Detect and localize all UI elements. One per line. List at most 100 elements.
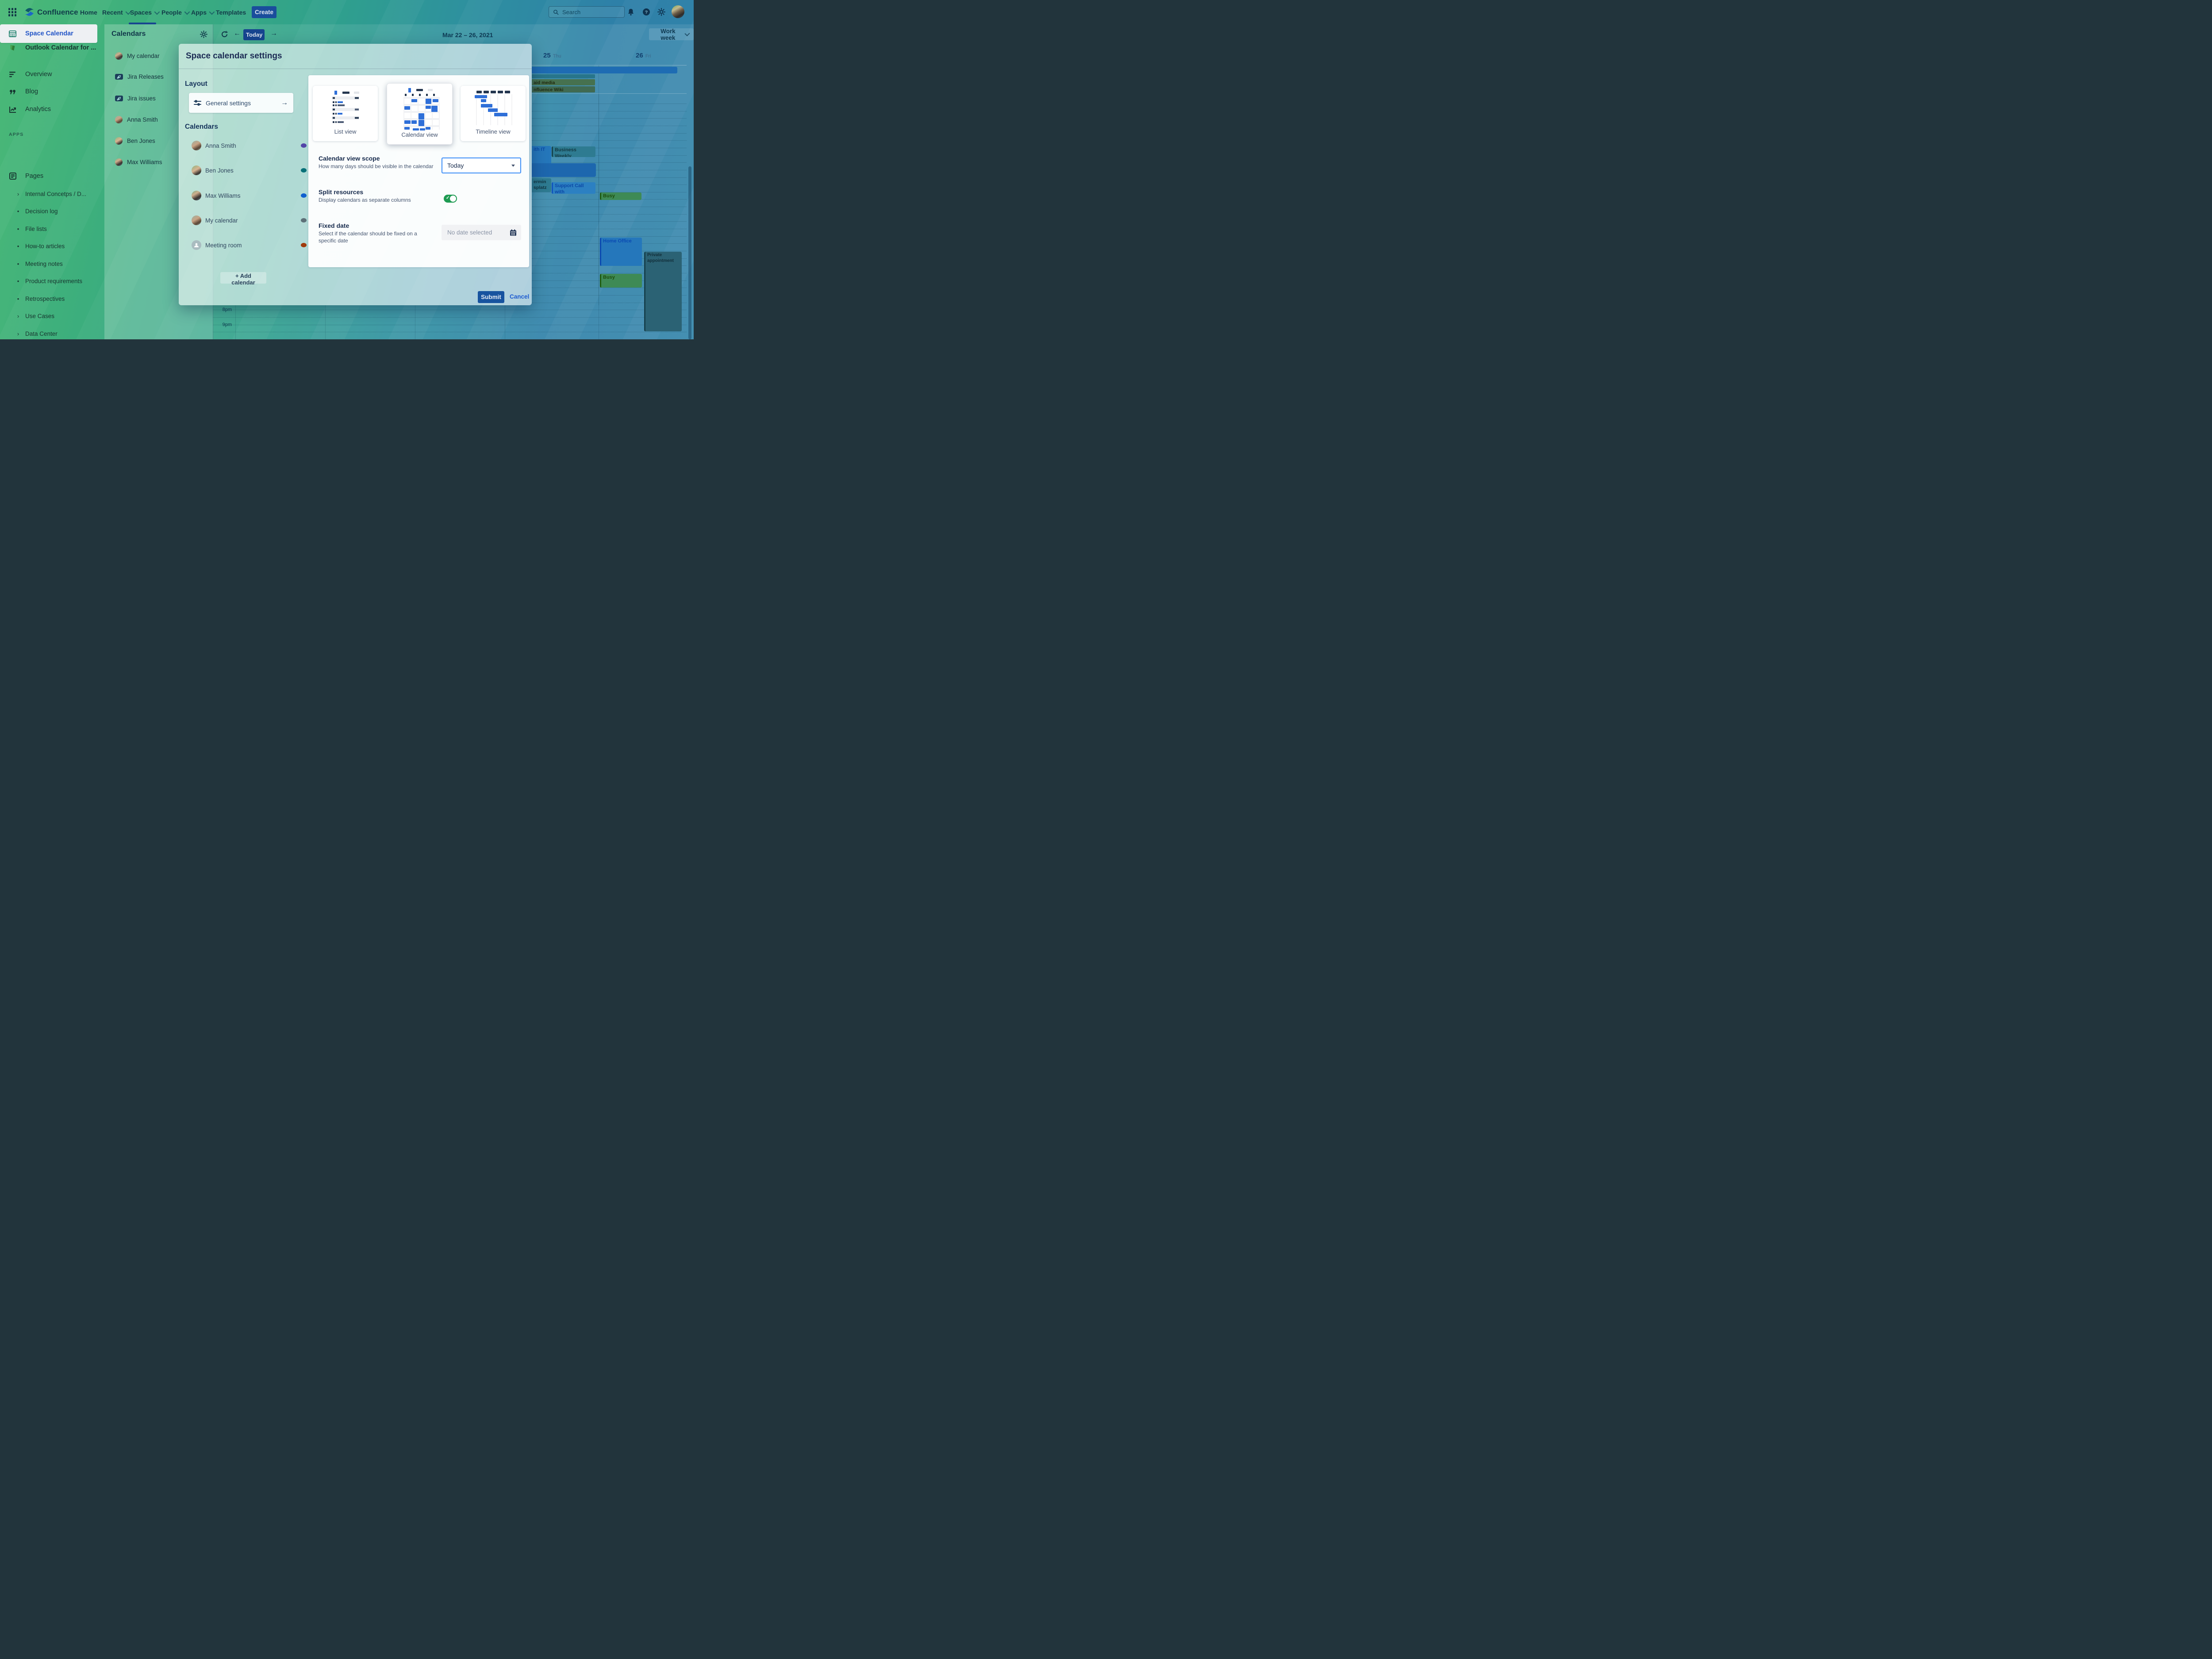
calendar-picker-icon[interactable]	[510, 229, 517, 236]
calendar-list-item[interactable]: Max Williams	[115, 158, 162, 166]
sidebar-item-pages[interactable]: Pages	[0, 171, 104, 181]
modal-calendar-row[interactable]: My calendar	[192, 215, 307, 225]
search-icon	[553, 9, 559, 15]
event-busy-1[interactable]: Busy	[600, 192, 641, 200]
refresh-icon[interactable]	[221, 31, 228, 40]
fixed-date-field[interactable]	[442, 225, 521, 240]
calendar-color-dot[interactable]	[301, 143, 307, 148]
calendar-settings-gear-icon[interactable]	[200, 31, 207, 40]
event-allday-teal[interactable]	[532, 74, 595, 78]
view-option-label: List view	[334, 128, 357, 135]
settings-gear-icon[interactable]	[657, 8, 665, 18]
event-home-office[interactable]: Home Office	[600, 238, 642, 266]
event-busy-2[interactable]: Busy	[600, 274, 642, 288]
sidebar-tree-item[interactable]: ›Use Cases	[0, 311, 104, 321]
calendar-color-dot[interactable]	[301, 243, 307, 247]
date-range: Mar 22 – 26, 2021	[442, 31, 493, 38]
sidebar-item-space-calendar[interactable]: Space Calendar	[0, 24, 97, 43]
sidebar-tree-item[interactable]: •File lists	[0, 223, 104, 234]
nav-item-people[interactable]: People	[161, 9, 188, 16]
split-resources-toggle[interactable]: ✓	[444, 195, 457, 203]
prev-arrow-icon[interactable]: ←	[234, 30, 241, 38]
view-selector-button[interactable]: Work week	[649, 28, 694, 40]
time-label: 9pm	[213, 322, 232, 327]
nav-item-templates[interactable]: Templates	[216, 9, 246, 16]
sidebar-tree-item[interactable]: ›Internal Concetps / D...	[0, 188, 104, 199]
create-button[interactable]: Create	[252, 6, 276, 18]
calendar-list-item[interactable]: Jira Releases	[115, 73, 164, 80]
calendar-list-item[interactable]: Ben Jones	[115, 137, 155, 145]
event-allday-span[interactable]	[532, 67, 677, 73]
time-label: 8pm	[213, 307, 232, 312]
space-calendar-settings-modal: Space calendar settings Layout General s…	[179, 44, 532, 305]
sidebar-item-analytics[interactable]: Analytics	[0, 104, 104, 115]
cancel-button[interactable]: Cancel	[510, 293, 529, 300]
next-arrow-icon[interactable]: →	[270, 30, 277, 38]
search-box[interactable]	[549, 6, 625, 18]
notifications-bell-icon[interactable]	[627, 8, 634, 18]
nav-item-home[interactable]: Home	[80, 9, 97, 16]
chevron-right-icon: ›	[15, 191, 21, 197]
search-input[interactable]	[561, 8, 616, 16]
sidebar-tree-item[interactable]: •Meeting notes	[0, 258, 104, 269]
scope-select[interactable]: Today	[442, 157, 521, 173]
avatar	[115, 158, 123, 166]
sidebar-tree-item[interactable]: •Decision log	[0, 206, 104, 216]
modal-calendar-row[interactable]: Ben Jones	[192, 165, 307, 175]
event-private-appointment[interactable]: Private appointment	[644, 252, 682, 331]
avatar	[192, 141, 201, 150]
event-support-call[interactable]: Support Call with	[552, 182, 595, 194]
svg-text:?: ?	[645, 10, 648, 15]
sidebar-tree-item[interactable]: •Retrospectives	[0, 293, 104, 304]
add-calendar-button[interactable]: + Add calendar	[220, 272, 266, 284]
calendar-color-dot[interactable]	[301, 193, 307, 198]
calendar-color-dot[interactable]	[301, 168, 307, 173]
confluence-logo-icon	[24, 7, 35, 19]
jira-rocket-icon	[115, 96, 123, 101]
sidebar-tree-item[interactable]: •How-to articles	[0, 241, 104, 251]
sidebar-tree-item[interactable]: •Product requirements	[0, 276, 104, 286]
calendar-color-dot[interactable]	[301, 218, 307, 223]
chevron-down-icon	[209, 9, 215, 15]
confluence-app: Confluence Home Recent Spaces People App…	[0, 0, 694, 339]
event-business-weekly[interactable]: Business Weekly	[552, 146, 595, 157]
nav-item-recent[interactable]: Recent	[102, 9, 130, 16]
app-switcher-icon[interactable]	[8, 8, 17, 19]
calendar-list-item[interactable]: My calendar	[115, 52, 160, 60]
calendar-grid-bottom: 8pm 9pm	[213, 305, 687, 339]
scope-desc: How many days should be visible in the c…	[319, 163, 433, 170]
event-confluence-wiki[interactable]: nfluence Wiki	[532, 86, 595, 92]
calendar-list-item[interactable]: Anna Smith	[115, 116, 158, 123]
bullet-icon: •	[15, 278, 21, 284]
sidebar-tree-item[interactable]: ›Data Center	[0, 328, 104, 339]
modal-calendar-row[interactable]: Anna Smith	[192, 141, 307, 150]
calendar-view-option[interactable]: Calendar view	[387, 83, 453, 145]
event-termin[interactable]: ermin splatz	[532, 178, 551, 192]
chevron-down-icon	[154, 9, 160, 15]
fixed-date-label: Fixed date	[319, 222, 349, 229]
sliders-icon	[194, 100, 201, 106]
bullet-icon: •	[15, 296, 21, 302]
avatar	[192, 165, 201, 175]
fixed-date-input[interactable]	[446, 229, 501, 236]
modal-calendar-row[interactable]: Max Williams	[192, 191, 307, 200]
nav-item-apps[interactable]: Apps	[191, 9, 213, 16]
timeline-view-option[interactable]: Timeline view	[461, 86, 526, 141]
submit-button[interactable]: Submit	[478, 291, 504, 303]
sidebar-item-blog[interactable]: Blog	[0, 86, 104, 97]
analytics-chart-icon	[9, 106, 16, 113]
sidebar-item-overview[interactable]: Overview	[0, 69, 104, 80]
user-avatar[interactable]	[672, 5, 684, 18]
chevron-down-icon	[684, 31, 690, 36]
list-view-option[interactable]: List view	[313, 86, 378, 141]
nav-item-spaces[interactable]: Spaces	[130, 9, 158, 16]
modal-calendar-row[interactable]: Meeting room	[192, 240, 307, 250]
general-settings-item[interactable]: General settings →	[189, 93, 293, 113]
calendar-list-item[interactable]: Jira issues	[115, 95, 156, 102]
help-icon[interactable]: ?	[642, 8, 650, 18]
vertical-scrollbar[interactable]	[688, 166, 691, 339]
today-button[interactable]: Today	[243, 29, 265, 40]
event-paid-media[interactable]: aid media	[532, 79, 595, 85]
sidebar-space-header[interactable]: Outlook Calendar for ...	[0, 41, 104, 54]
event-unlabeled-blue[interactable]	[532, 163, 596, 177]
